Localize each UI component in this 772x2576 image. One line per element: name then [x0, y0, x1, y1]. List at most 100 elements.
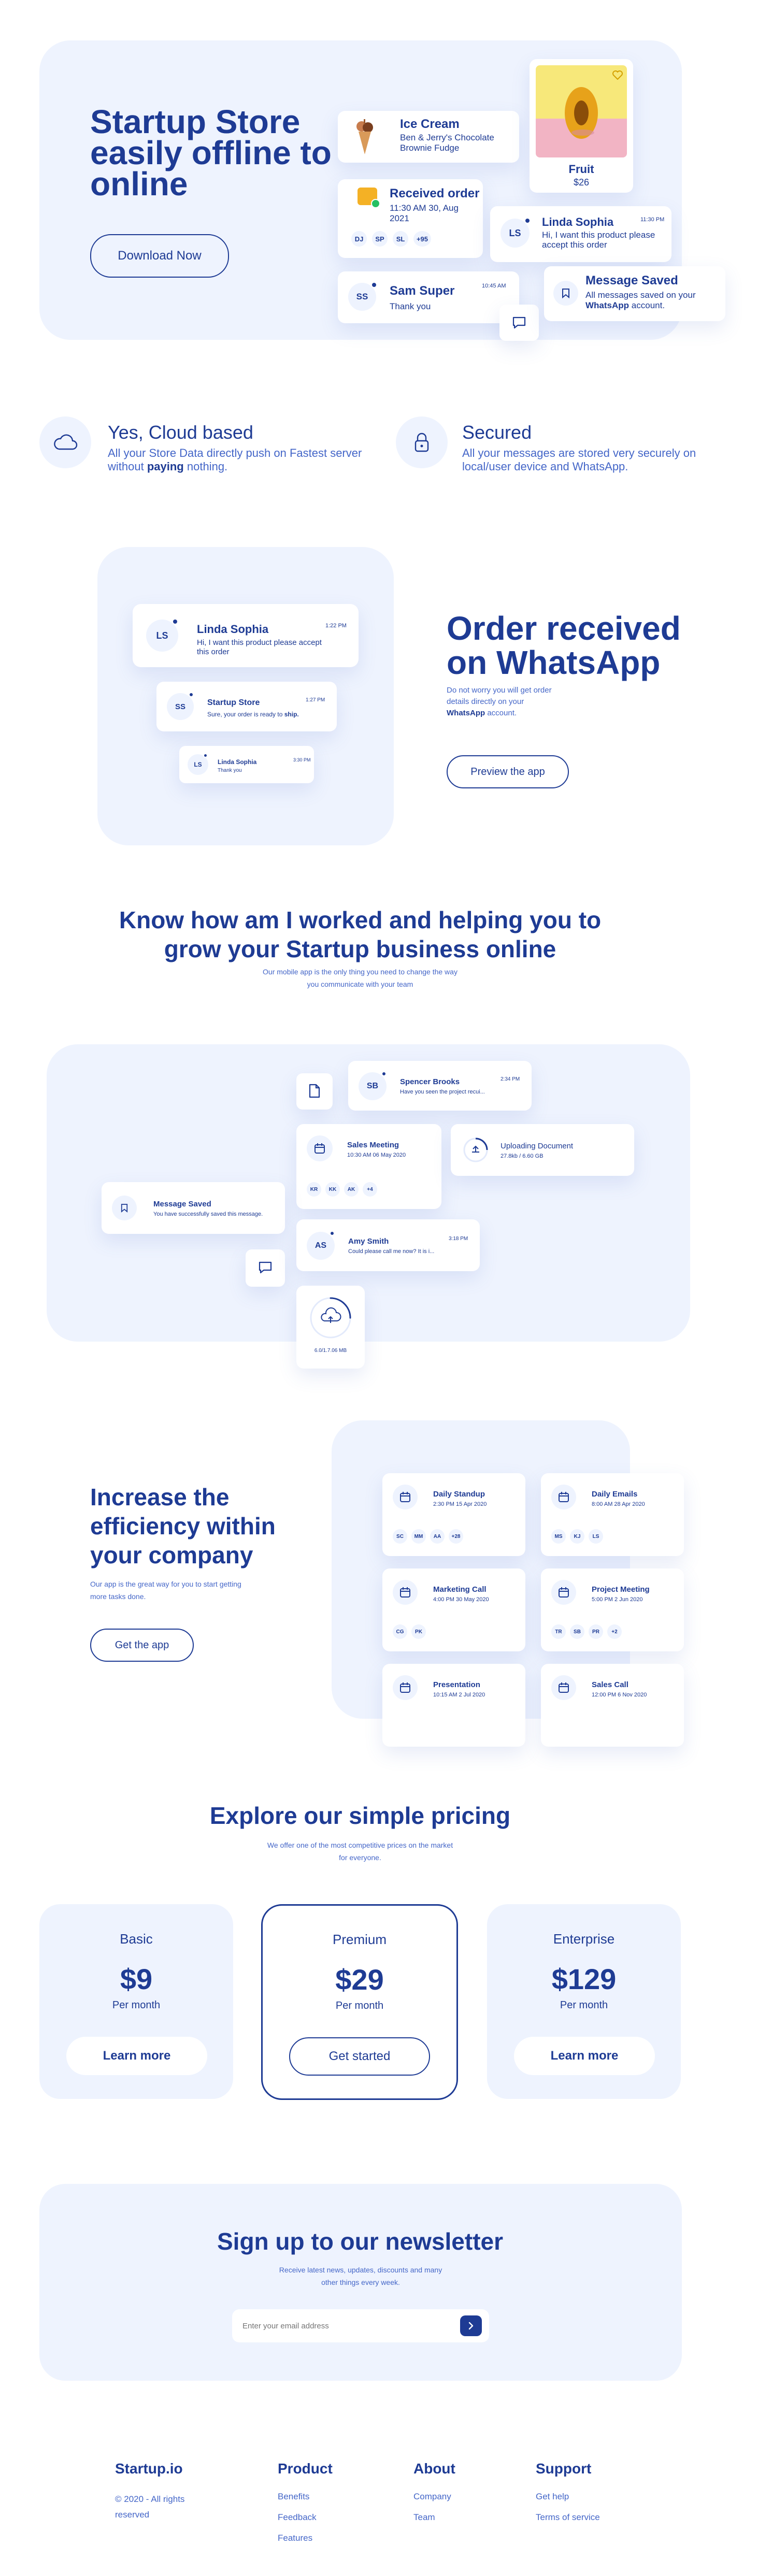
amy-message-card[interactable]: AS Amy Smith 3:18 PM Could please call m…: [296, 1219, 480, 1271]
tag-avatar: DJ: [351, 231, 367, 247]
upload-progress-card[interactable]: 6.0/1.7.06 MB: [296, 1286, 365, 1369]
message-time: 1:22 PM: [325, 623, 347, 629]
calendar-icon: [559, 1587, 569, 1598]
heart-icon[interactable]: [612, 70, 623, 80]
message-saved-card[interactable]: Message Saved All messages saved on your…: [544, 266, 725, 321]
plan-period: Per month: [112, 1999, 161, 2011]
task-title: Daily Standup: [433, 1490, 485, 1499]
calendar-icon-wrap: [393, 1675, 418, 1700]
efficiency-desc: Our app is the great way for you to star…: [90, 1580, 241, 1601]
footer-brand[interactable]: Startup.io: [115, 2460, 183, 2477]
tag-count: +95: [413, 231, 431, 247]
bookmark-icon-wrap: [112, 1196, 137, 1220]
cloud-icon: [54, 434, 78, 450]
message-text-prefix: Sure, your order is ready to: [207, 711, 283, 718]
plan-price: $29: [335, 1963, 384, 1996]
whatsapp-desc: Do not worry you will get order details …: [447, 685, 561, 719]
bookmark-icon-wrap: [553, 281, 578, 306]
file-button[interactable]: [296, 1073, 333, 1110]
tag-avatar: +2: [607, 1624, 622, 1639]
dashboard-saved-card[interactable]: Message Saved You have successfully save…: [102, 1182, 285, 1234]
message-text: Have you seen the project recui...: [400, 1089, 485, 1095]
sender-name: Linda Sophia: [197, 623, 269, 636]
plan-button[interactable]: Learn more: [514, 2037, 655, 2075]
calendar-icon: [559, 1492, 569, 1502]
chat-card-store[interactable]: SS Startup Store 1:27 PM Sure, your orde…: [156, 682, 337, 731]
email-input[interactable]: [242, 2316, 439, 2335]
plan-button[interactable]: Learn more: [66, 2037, 207, 2075]
message-text: Thank you: [390, 301, 431, 311]
plan-period: Per month: [560, 1999, 608, 2011]
footer-link[interactable]: Get help: [536, 2492, 569, 2502]
icecream-card[interactable]: Ice Cream Ben & Jerry's Chocolate Browni…: [338, 111, 519, 163]
sender-name: Spencer Brooks: [400, 1077, 460, 1086]
chat-bubble-button[interactable]: [499, 305, 539, 341]
task-card[interactable]: Project Meeting 5:00 PM 2 Jun 2020 TR SB P…: [541, 1568, 684, 1651]
pricing-subtitle: We offer one of the most competitive pri…: [267, 1841, 453, 1862]
footer-link[interactable]: Benefits: [278, 2492, 309, 2502]
avatar: SS: [167, 693, 194, 720]
upload-card[interactable]: Uploading Document 27.8kb / 6.60 GB: [451, 1124, 634, 1176]
tag-count: +4: [363, 1182, 377, 1197]
sender-name: Linda Sophia: [542, 215, 614, 228]
upload-progress-icon: [463, 1138, 488, 1162]
sender-name: Startup Store: [207, 698, 260, 707]
task-time: 2:30 PM 15 Apr 2020: [433, 1501, 487, 1507]
chat-card-linda-2[interactable]: LS Linda Sophia 3:30 PM Thank you: [179, 746, 314, 783]
calendar-icon: [559, 1682, 569, 1693]
message-text: Could please call me now? It is i...: [348, 1248, 435, 1255]
fruit-card[interactable]: Fruit $26: [530, 59, 633, 193]
plan-card-enterprise[interactable]: Enterprise $129 Per month Learn more: [487, 1904, 681, 2099]
plan-card-basic[interactable]: Basic $9 Per month Learn more: [39, 1904, 233, 2099]
subscribe-button[interactable]: [460, 2315, 482, 2336]
get-the-app-button[interactable]: Get the app: [90, 1629, 194, 1662]
preview-app-button[interactable]: Preview the app: [447, 755, 569, 788]
sales-meeting-card[interactable]: Sales Meeting 10:30 AM 06 May 2020 KR KK…: [296, 1124, 441, 1209]
saved-text-bold: WhatsApp: [585, 300, 630, 310]
task-card[interactable]: Daily Emails 8:00 AM 28 Apr 2020 MS KJ LS: [541, 1473, 684, 1556]
tag-avatar: AK: [344, 1182, 359, 1197]
task-tags: TR SB PR +2: [551, 1624, 622, 1639]
footer-link[interactable]: Company: [413, 2492, 451, 2502]
footer-link[interactable]: Feedback: [278, 2512, 317, 2523]
plan-button[interactable]: Get started: [289, 2037, 430, 2076]
footer-link[interactable]: Terms of service: [536, 2512, 600, 2523]
footer-link[interactable]: Features: [278, 2533, 312, 2543]
chat-card-linda[interactable]: LS Linda Sophia 1:22 PM Hi, I want this …: [133, 604, 359, 667]
feature-text-suffix: nothing.: [187, 460, 228, 473]
task-tags: MS KJ LS: [551, 1529, 603, 1544]
cloud-icon-wrap: [39, 416, 91, 468]
sam-message-card[interactable]: SS Sam Super 10:45 AM Thank you: [338, 271, 519, 323]
tag-avatar: AA: [430, 1529, 445, 1544]
download-now-button[interactable]: Download Now: [90, 234, 229, 278]
plan-card-premium[interactable]: Premium $29 Per month Get started: [261, 1904, 458, 2100]
received-order-card[interactable]: Received order 11:30 AM 30, Aug 2021 DJ …: [338, 179, 483, 258]
feature-text-secured: All your messages are stored very secure…: [462, 447, 696, 473]
tag-avatar: +28: [449, 1529, 463, 1544]
linda-message-card[interactable]: LS Linda Sophia 11:30 PM Hi, I want this…: [490, 206, 671, 262]
task-title: Marketing Call: [433, 1585, 487, 1594]
message-time: 2:34 PM: [501, 1076, 520, 1082]
tag-avatar: MM: [411, 1529, 426, 1544]
task-card[interactable]: Sales Call 12:00 PM 6 Nov 2020: [541, 1664, 684, 1747]
task-time: 8:00 AM 28 Apr 2020: [592, 1501, 645, 1507]
task-card[interactable]: Daily Standup 2:30 PM 15 Apr 2020 SC MM AA…: [382, 1473, 525, 1556]
bookmark-icon: [562, 289, 569, 298]
tag-avatar: TR: [551, 1624, 566, 1639]
dashboard-chat-button[interactable]: [246, 1249, 285, 1287]
tag-avatar: MS: [551, 1529, 566, 1544]
feature-text-cloud: All your Store Data directly push on Fas…: [108, 447, 388, 473]
calendar-icon: [400, 1587, 410, 1598]
spencer-message-card[interactable]: SB Spencer Brooks 2:34 PM Have you seen …: [348, 1061, 532, 1111]
message-text: Hi, I want this product please accept th…: [542, 230, 655, 250]
task-card[interactable]: Marketing Call 4:00 PM 30 May 2020 CG PK: [382, 1568, 525, 1651]
footer-link[interactable]: Team: [413, 2512, 435, 2523]
tag-avatar: CG: [393, 1624, 407, 1639]
upload-title: Uploading Document: [501, 1142, 574, 1150]
message-time: 3:30 PM: [293, 757, 311, 762]
message-text: Thank you: [218, 768, 242, 773]
chat-icon: [259, 1261, 272, 1274]
whatsapp-desc-bold: WhatsApp: [447, 709, 485, 717]
lock-icon-wrap: [396, 416, 448, 468]
task-card[interactable]: Presentation 10:15 AM 2 Jul 2020: [382, 1664, 525, 1747]
